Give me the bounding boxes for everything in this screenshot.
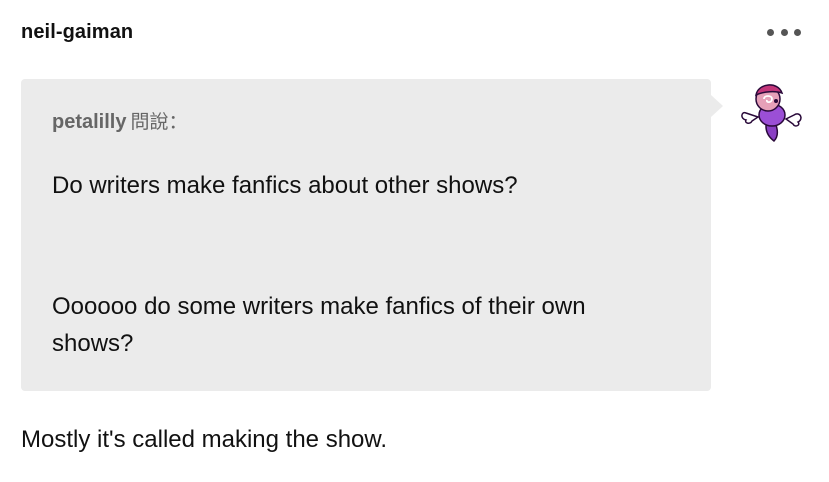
ellipsis-icon-dot	[780, 28, 788, 36]
answer-text: Mostly it's called making the show.	[21, 426, 388, 453]
ask-box: petalilly 問說： Do writers make fanfics abo…	[21, 79, 711, 391]
purple-ghost-avatar-icon	[741, 84, 802, 142]
question-paragraph-2: Oooooo do some writers make fanfics of t…	[52, 293, 586, 357]
asker-line: petalilly 問說：	[52, 107, 188, 134]
ellipsis-icon-dot	[767, 28, 774, 36]
question-paragraph-1: Do writers make fanfics about other show…	[52, 172, 518, 199]
asker-name-link[interactable]: petalilly	[52, 111, 126, 133]
ask-bubble-pointer	[711, 95, 723, 117]
asker-suffix: 問說：	[130, 111, 188, 133]
asker-avatar[interactable]	[738, 79, 804, 145]
more-options-button[interactable]	[767, 27, 801, 37]
post-header: neil-gaiman	[21, 19, 801, 47]
ellipsis-icon-dot	[794, 28, 801, 36]
blog-name-link[interactable]: neil-gaiman	[21, 21, 133, 44]
